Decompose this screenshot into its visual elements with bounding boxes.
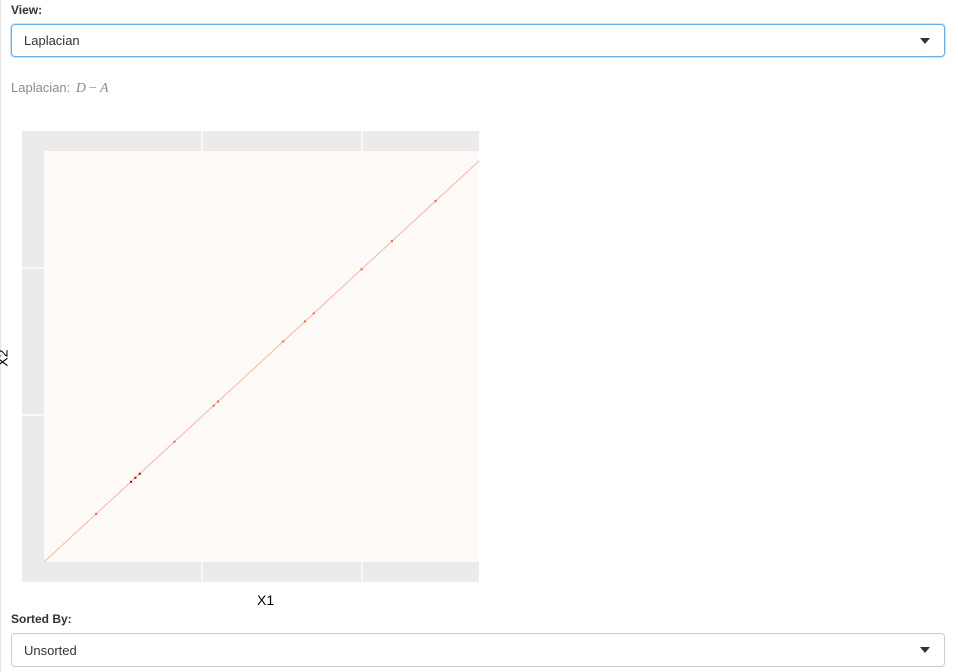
diagonal-point bbox=[217, 400, 219, 403]
formula-expression: D − A bbox=[76, 81, 109, 96]
formula-right: A bbox=[99, 81, 109, 96]
diagonal-point bbox=[95, 512, 98, 515]
formula-left: D bbox=[75, 81, 87, 96]
view-select[interactable]: Laplacian bbox=[11, 24, 945, 57]
x-axis-title: X1 bbox=[257, 592, 275, 608]
heatmap-svg bbox=[22, 131, 480, 582]
sort-select-value: Unsorted bbox=[24, 642, 77, 658]
diagonal-point bbox=[391, 240, 393, 243]
view-select-value: Laplacian bbox=[24, 33, 80, 48]
y-axis-title: X2 bbox=[0, 349, 11, 367]
sorted-by-label: Sorted By: bbox=[11, 612, 72, 626]
formula-prefix: Laplacian: bbox=[11, 80, 71, 95]
diagonal-point bbox=[282, 340, 285, 343]
formula-operator: − bbox=[89, 81, 97, 96]
diagonal-point bbox=[130, 480, 132, 483]
diagonal-point bbox=[312, 312, 315, 315]
chevron-down-icon bbox=[920, 37, 930, 44]
heatmap-plot: X1 X2 bbox=[0, 110, 490, 610]
diagonal-point bbox=[173, 440, 176, 443]
diagonal-point bbox=[434, 200, 437, 203]
diagonal-point bbox=[360, 268, 363, 271]
diagonal-point bbox=[304, 320, 306, 323]
diagonal-point bbox=[138, 472, 141, 475]
view-label: View: bbox=[11, 3, 43, 17]
diagonal-point bbox=[212, 404, 215, 407]
heatmap-background bbox=[44, 151, 479, 562]
diagonal-point bbox=[134, 476, 137, 479]
sort-select[interactable]: Unsorted bbox=[11, 633, 945, 667]
formula-text: Laplacian: D − A bbox=[11, 80, 109, 97]
chevron-down-icon bbox=[920, 647, 930, 653]
